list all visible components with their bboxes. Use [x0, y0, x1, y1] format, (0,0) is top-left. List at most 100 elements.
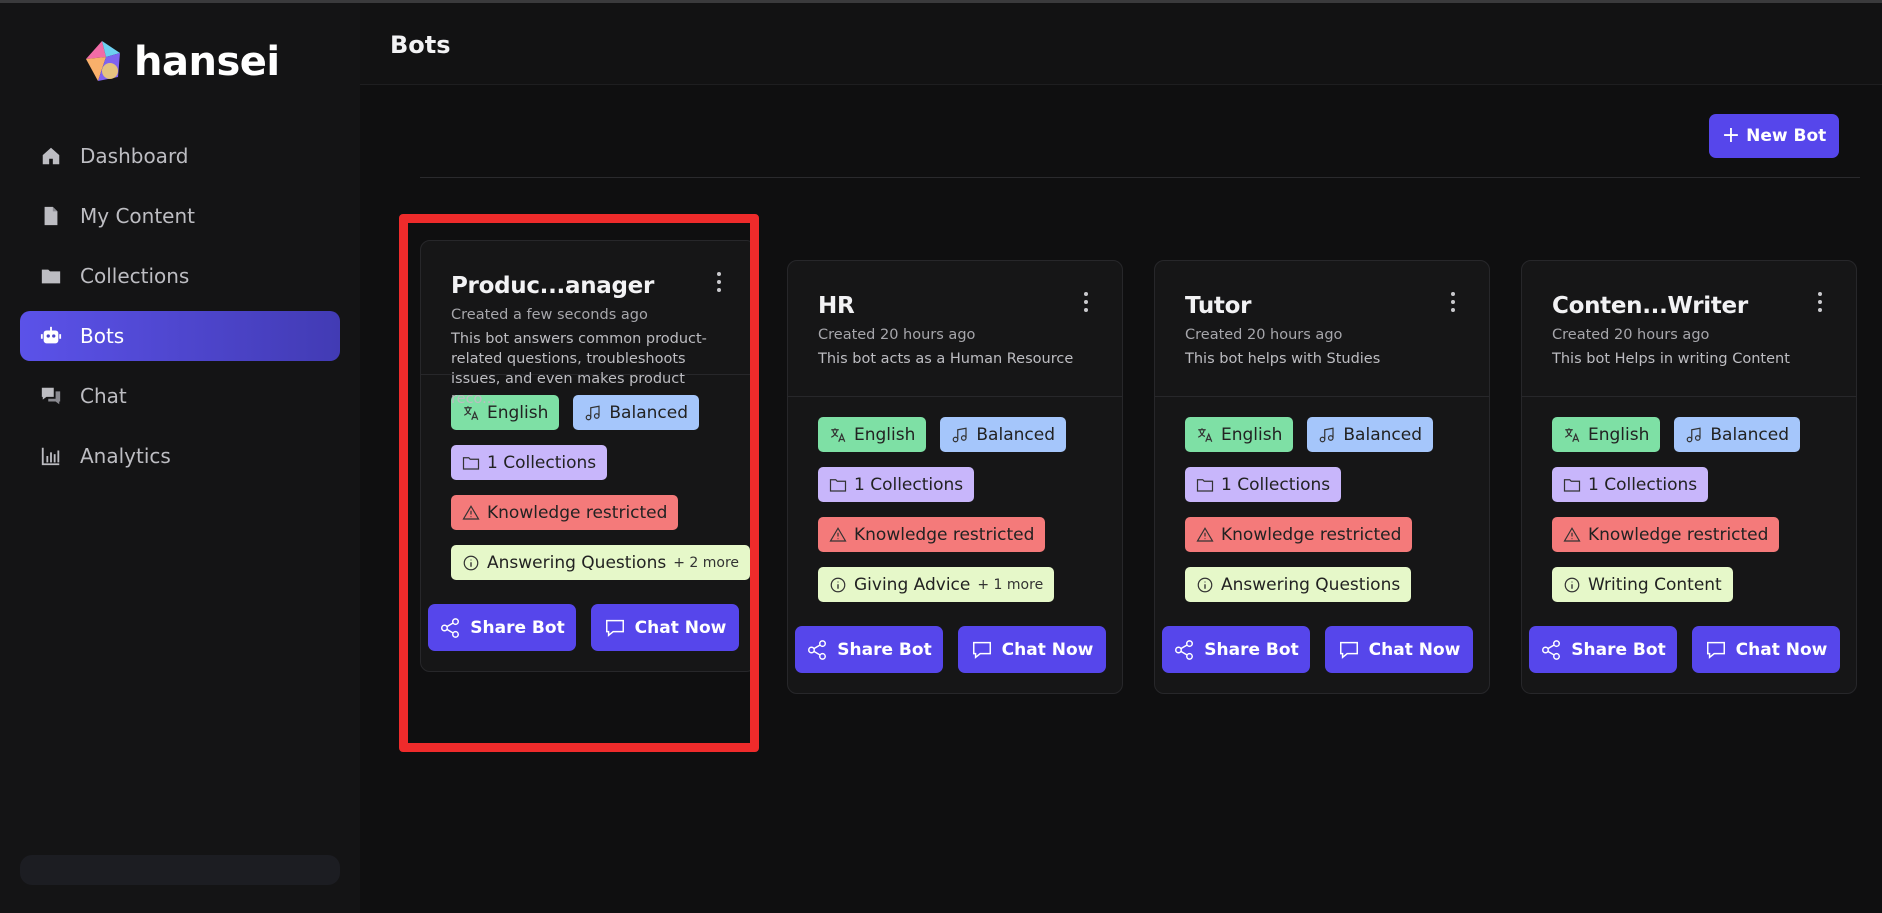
- chat-icon: [40, 385, 62, 407]
- more-options-icon[interactable]: [1080, 289, 1092, 315]
- share-bot-button[interactable]: Share Bot: [795, 626, 943, 673]
- bot-name: HR: [818, 293, 855, 319]
- translate-icon: [1564, 427, 1580, 442]
- bot-tags: English Balanced 1 Collections Knowledge…: [788, 397, 1122, 602]
- bot-name: Produc...anager: [451, 273, 655, 299]
- folder-icon: [1196, 478, 1214, 492]
- share-bot-label: Share Bot: [1571, 639, 1666, 660]
- sidebar-item-analytics[interactable]: Analytics: [20, 431, 340, 481]
- bot-description: This bot Helps in writing Content: [1552, 351, 1790, 367]
- bot-name: Conten...Writer: [1552, 293, 1748, 319]
- collections-label: 1 Collections: [487, 452, 597, 473]
- chat-now-button[interactable]: Chat Now: [958, 626, 1106, 673]
- folder-icon: [40, 265, 62, 287]
- folder-icon: [1563, 478, 1581, 492]
- bot-card[interactable]: Produc...anager Created a few seconds ag…: [420, 240, 756, 672]
- sidebar-item-chat[interactable]: Chat: [20, 371, 340, 421]
- more-options-icon[interactable]: [1447, 289, 1459, 315]
- share-bot-label: Share Bot: [1204, 639, 1299, 660]
- tone-tag: Balanced: [1674, 417, 1800, 452]
- sidebar-item-label: Chat: [80, 384, 127, 408]
- plus-icon: +: [1721, 123, 1741, 148]
- folder-icon: [462, 456, 480, 470]
- knowledge-label: Knowledge restricted: [1588, 524, 1769, 545]
- message-icon: [972, 641, 991, 659]
- bot-card[interactable]: Conten...Writer Created 20 hours ago Thi…: [1521, 260, 1857, 694]
- purpose-more: + 1 more: [977, 576, 1044, 593]
- app-logo[interactable]: hansei: [80, 37, 280, 87]
- knowledge-label: Knowledge restricted: [854, 524, 1035, 545]
- home-icon: [40, 145, 62, 167]
- share-icon: [1175, 639, 1194, 660]
- warning-icon: [462, 504, 480, 520]
- hansei-logo-icon: [86, 41, 120, 81]
- bot-tags: English Balanced 1 Collections Knowledge…: [1155, 397, 1489, 602]
- sidebar-item-label: Dashboard: [80, 144, 189, 168]
- sidebar-item-label: Analytics: [80, 444, 171, 468]
- chat-now-label: Chat Now: [1001, 639, 1094, 660]
- chat-now-button[interactable]: Chat Now: [1692, 626, 1840, 673]
- bot-description: This bot acts as a Human Resource: [818, 351, 1074, 367]
- bot-card[interactable]: Tutor Created 20 hours ago This bot help…: [1154, 260, 1490, 694]
- translate-icon: [830, 427, 846, 442]
- share-bot-label: Share Bot: [470, 617, 565, 638]
- knowledge-tag: Knowledge restricted: [1185, 517, 1413, 552]
- purpose-label: Writing Content: [1588, 574, 1722, 595]
- share-icon: [1542, 639, 1561, 660]
- sidebar-item-label: Collections: [80, 264, 190, 288]
- tone-label: Balanced: [976, 424, 1055, 445]
- bot-tags: English Balanced 1 Collections Knowledge…: [1522, 397, 1856, 602]
- page-title: Bots: [390, 31, 451, 59]
- bot-card-header: Produc...anager Created a few seconds ag…: [421, 241, 755, 407]
- chat-now-button[interactable]: Chat Now: [591, 604, 739, 651]
- chat-now-label: Chat Now: [1735, 639, 1828, 660]
- language-label: English: [1221, 424, 1283, 445]
- sidebar-item-bots[interactable]: Bots: [20, 311, 340, 361]
- bot-created: Created 20 hours ago: [1185, 327, 1343, 343]
- sidebar-item-dashboard[interactable]: Dashboard: [20, 131, 340, 181]
- sidebar-item-label: My Content: [80, 204, 195, 228]
- share-bot-button[interactable]: Share Bot: [1529, 626, 1677, 673]
- page-header: Bots: [360, 3, 1882, 85]
- bot-description: This bot answers common product-related …: [451, 331, 707, 407]
- sidebar-item-collections[interactable]: Collections: [20, 251, 340, 301]
- chat-now-button[interactable]: Chat Now: [1325, 626, 1473, 673]
- bot-card[interactable]: HR Created 20 hours ago This bot acts as…: [787, 260, 1123, 694]
- knowledge-tag: Knowledge restricted: [451, 495, 679, 530]
- more-options-icon[interactable]: [713, 269, 725, 295]
- chat-now-label: Chat Now: [1368, 639, 1461, 660]
- knowledge-label: Knowledge restricted: [1221, 524, 1402, 545]
- new-bot-label: New Bot: [1746, 126, 1827, 146]
- bot-card-header: Tutor Created 20 hours ago This bot help…: [1155, 261, 1489, 397]
- purpose-tag: Answering Questions + 2 more: [451, 545, 751, 580]
- bot-card-actions: Share Bot Chat Now: [1162, 626, 1473, 673]
- music-note-icon: [1687, 427, 1701, 442]
- purpose-label: Giving Advice: [854, 574, 971, 595]
- language-label: English: [854, 424, 916, 445]
- purpose-tag: Writing Content: [1552, 567, 1733, 602]
- main-content: Bots + New Bot Produc...anager Created a…: [360, 3, 1882, 913]
- share-bot-button[interactable]: Share Bot: [428, 604, 576, 651]
- sidebar-item-my-content[interactable]: My Content: [20, 191, 340, 241]
- bar-chart-icon: [40, 445, 62, 467]
- message-icon: [1339, 641, 1358, 659]
- translate-icon: [1197, 427, 1213, 442]
- share-bot-button[interactable]: Share Bot: [1162, 626, 1310, 673]
- language-tag: English: [1552, 417, 1661, 452]
- share-icon: [808, 639, 827, 660]
- more-options-icon[interactable]: [1814, 289, 1826, 315]
- collections-label: 1 Collections: [1221, 474, 1331, 495]
- robot-icon: [40, 325, 62, 347]
- sidebar: hansei Dashboard My Content Collections …: [0, 3, 360, 913]
- info-icon: [1564, 577, 1580, 592]
- new-bot-button[interactable]: + New Bot: [1709, 114, 1839, 158]
- share-bot-label: Share Bot: [837, 639, 932, 660]
- bot-card-actions: Share Bot Chat Now: [795, 626, 1106, 673]
- bot-created: Created 20 hours ago: [1552, 327, 1710, 343]
- tone-tag: Balanced: [940, 417, 1066, 452]
- knowledge-label: Knowledge restricted: [487, 502, 668, 523]
- collections-tag: 1 Collections: [1552, 467, 1709, 502]
- tone-label: Balanced: [1710, 424, 1789, 445]
- info-icon: [1197, 577, 1213, 592]
- chat-now-label: Chat Now: [634, 617, 727, 638]
